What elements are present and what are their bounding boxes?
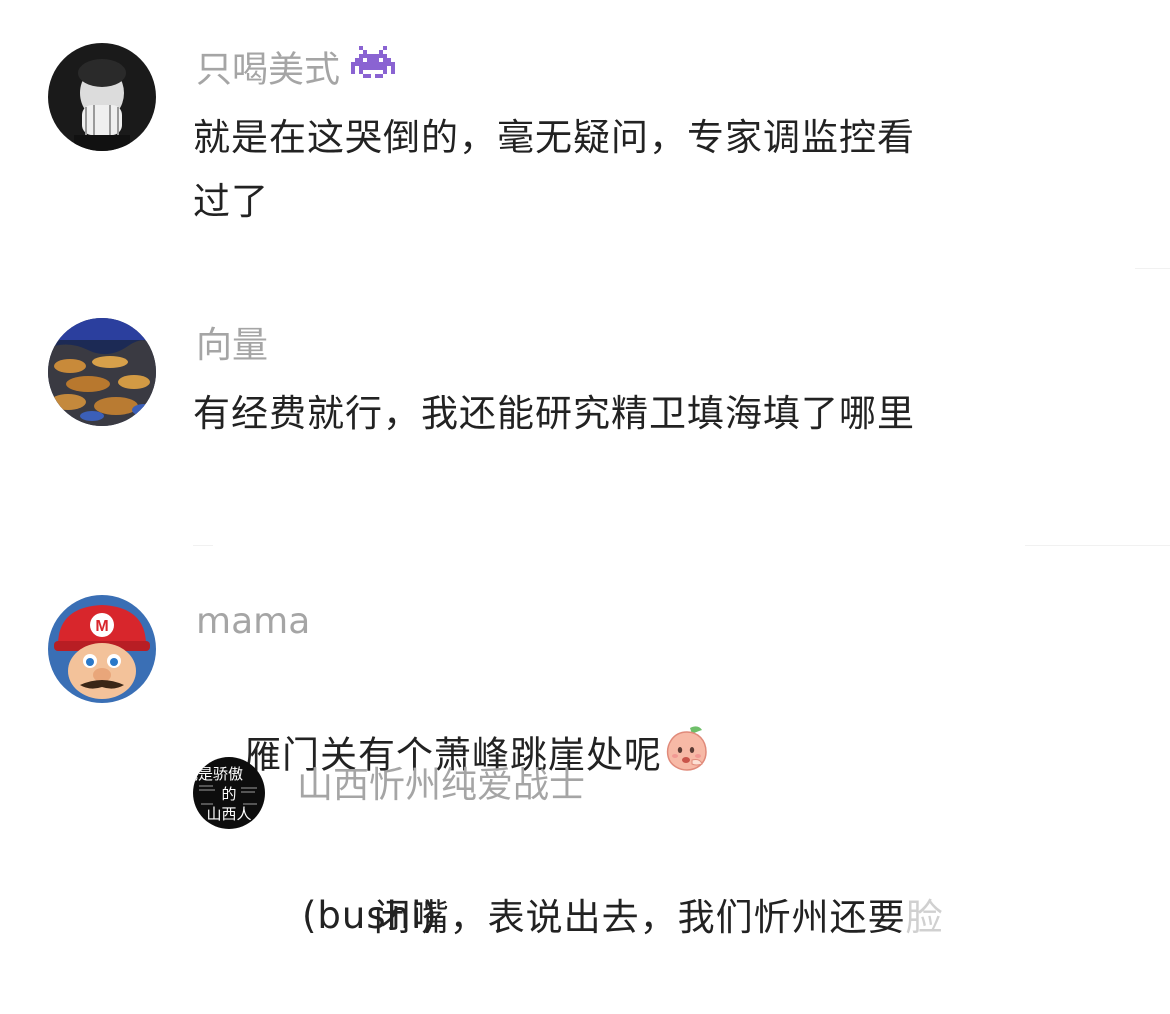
comment-text: 有经费就行，我还能研究精卫填海填了哪里 xyxy=(193,392,915,435)
avatar-text-line: 山西人 xyxy=(206,805,251,823)
reply-username[interactable]: 山西忻州纯爱战士 xyxy=(297,764,585,808)
reply-text: (bushi) xyxy=(302,894,438,937)
avatar-text-icon: 我是骄傲 的 山西人 xyxy=(193,757,265,829)
avatar-photo-icon xyxy=(48,43,156,151)
avatar-cartoon-icon: M xyxy=(48,595,156,703)
avatar-landscape-icon xyxy=(48,318,156,426)
avatar-text-line: 的 xyxy=(221,785,236,803)
comment-text: 就是在这哭倒的，毫无疑问，专家调监控看 过了 xyxy=(193,116,915,223)
avatar[interactable]: M xyxy=(48,595,156,703)
comment-username[interactable]: 向量 xyxy=(196,324,268,368)
avatar[interactable] xyxy=(48,43,156,151)
comment-username[interactable]: mama xyxy=(196,600,310,644)
avatar[interactable] xyxy=(48,318,156,426)
svg-text:M: M xyxy=(95,618,108,635)
comment-item: 只喝美式 就是在这哭倒的，毫无疑问，专家调监控看 过了 xyxy=(0,0,1170,260)
divider xyxy=(1135,268,1170,269)
reply-avatar[interactable]: 我是骄傲 的 山西人 xyxy=(193,757,265,829)
comment-username[interactable]: 只喝美式 xyxy=(196,46,396,97)
divider xyxy=(1025,545,1170,546)
divider xyxy=(193,545,213,546)
peach-face-icon xyxy=(662,722,712,792)
alien-monster-icon xyxy=(351,46,396,97)
